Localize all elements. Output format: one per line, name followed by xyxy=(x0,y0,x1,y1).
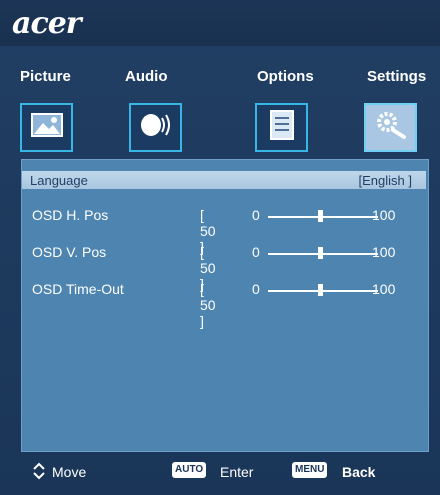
tab-settings[interactable] xyxy=(364,103,417,152)
options-icon xyxy=(269,110,294,145)
brand-bar: acer xyxy=(0,0,440,46)
language-value: [English ] xyxy=(358,173,412,188)
tab-picture-label[interactable]: Picture xyxy=(20,68,71,85)
slider-max: 100 xyxy=(372,281,396,297)
slider-min: 0 xyxy=(252,207,260,223)
osd-h-pos-label: OSD H. Pos xyxy=(32,207,109,223)
enter-hint: Enter xyxy=(220,464,254,480)
osd-time-out-value: [ 50 ] xyxy=(200,281,216,329)
settings-icon xyxy=(375,110,407,145)
language-row[interactable]: Language [English ] xyxy=(22,171,426,189)
slider-min: 0 xyxy=(252,281,260,297)
move-hint: Move xyxy=(52,464,87,480)
osd-time-out-slider-handle[interactable] xyxy=(318,284,323,296)
settings-panel xyxy=(21,159,429,452)
audio-icon xyxy=(139,111,173,144)
tab-audio-label[interactable]: Audio xyxy=(125,68,168,85)
back-hint: Back xyxy=(342,464,376,480)
tab-options[interactable] xyxy=(255,103,308,152)
acer-logo: acer xyxy=(12,6,82,41)
picture-icon xyxy=(30,113,63,142)
auto-button[interactable]: AUTO xyxy=(172,462,207,478)
osd-v-pos-label: OSD V. Pos xyxy=(32,244,107,260)
slider-max: 100 xyxy=(372,207,396,223)
tab-audio[interactable] xyxy=(129,103,182,152)
slider-min: 0 xyxy=(252,244,260,260)
tab-picture[interactable] xyxy=(20,103,73,152)
tab-options-label[interactable]: Options xyxy=(257,68,314,85)
tab-settings-label[interactable]: Settings xyxy=(367,68,426,85)
osd-time-out-label: OSD Time-Out xyxy=(32,281,124,297)
menu-button[interactable]: MENU xyxy=(292,462,328,478)
osd-h-pos-slider-handle[interactable] xyxy=(318,210,323,222)
osd-v-pos-slider-handle[interactable] xyxy=(318,247,323,259)
osd-time-out-slider-track[interactable] xyxy=(268,290,378,292)
slider-max: 100 xyxy=(372,244,396,260)
osd-h-pos-slider-track[interactable] xyxy=(268,216,378,218)
up-down-arrows-icon xyxy=(32,461,46,484)
language-label: Language xyxy=(30,173,88,188)
footer-hints: Move Enter Back xyxy=(0,452,440,495)
osd-v-pos-slider-track[interactable] xyxy=(268,253,378,255)
